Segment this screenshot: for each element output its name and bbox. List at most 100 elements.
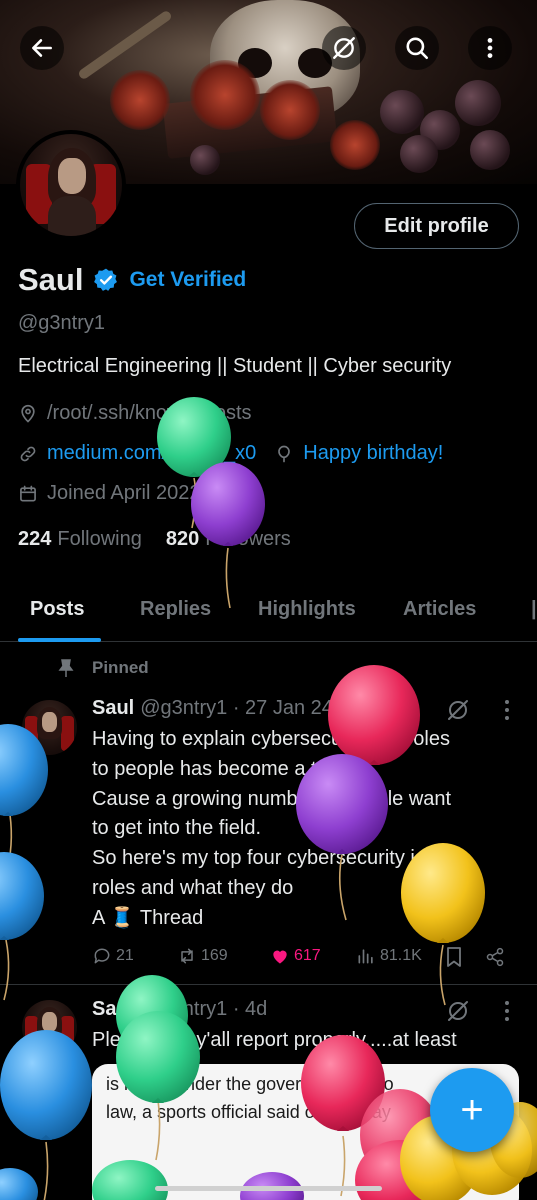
banner-grape xyxy=(400,135,438,173)
banner-antler xyxy=(77,9,173,81)
profile-links-row: medium.com/@saul_x0 Happy birthday! xyxy=(18,442,443,465)
link-icon xyxy=(20,446,36,461)
verified-badge-icon xyxy=(94,268,118,291)
view-count: 81.1K xyxy=(380,947,422,964)
banner-grape xyxy=(190,145,220,175)
balloon-blue xyxy=(0,1030,92,1200)
grok-icon[interactable] xyxy=(446,999,470,1023)
bookmark-icon[interactable] xyxy=(444,946,464,968)
tweet-meta: @g3ntry1 · 4d xyxy=(140,998,268,1020)
tweet-header: Saul @g3ntry1 · 27 Jan 24 xyxy=(92,697,333,720)
tab-replies[interactable]: Replies xyxy=(140,598,211,621)
tab-overflow[interactable]: | xyxy=(531,598,537,621)
reply-button[interactable]: 21 xyxy=(92,946,134,966)
views-icon xyxy=(358,949,373,964)
profile-tabs: Posts Replies Highlights Articles | xyxy=(0,588,537,642)
profile-avatar[interactable] xyxy=(16,130,126,240)
pinned-text: Pinned xyxy=(92,658,149,677)
arrow-left-icon xyxy=(32,39,52,57)
banner-grape xyxy=(470,130,510,170)
tweet-text[interactable]: Please can y'all report properly.....at … xyxy=(92,1026,457,1056)
get-verified-link[interactable]: Get Verified xyxy=(129,268,246,292)
profile-name: Saul xyxy=(18,262,84,297)
followers-count: 820 xyxy=(165,528,200,550)
retweet-icon xyxy=(181,948,193,964)
tweet-more-icon[interactable] xyxy=(504,698,510,722)
retweet-count: 169 xyxy=(201,947,228,964)
tweet-line: So here's my top four cybersecurity job xyxy=(92,847,438,870)
banner-flower xyxy=(190,60,260,130)
tab-highlights[interactable]: Highlights xyxy=(258,598,356,621)
compose-plus-icon: + xyxy=(460,1088,484,1132)
balloon-blue xyxy=(0,1168,38,1200)
profile-handle: @g3ntry1 xyxy=(18,312,106,334)
calendar-icon xyxy=(20,485,36,501)
search-button[interactable] xyxy=(395,26,439,70)
tweet-divider xyxy=(0,984,537,985)
like-button[interactable]: 617 xyxy=(270,946,321,966)
balloon-blue xyxy=(0,852,44,1001)
followers-link[interactable]: 820 Followers xyxy=(166,528,291,551)
profile-joined: Joined April 2022 xyxy=(18,482,200,505)
tweet-meta: @g3ntry1 · 27 Jan 24 xyxy=(140,697,333,719)
banner-flower xyxy=(330,120,380,170)
followers-label: Followers xyxy=(205,528,291,550)
joined-text: Joined April 2022 xyxy=(47,482,201,504)
balloon-icon xyxy=(278,445,291,462)
banner-grape xyxy=(380,90,424,134)
heart-filled-icon xyxy=(273,950,287,964)
tweet-avatar[interactable] xyxy=(22,700,77,755)
active-tab-indicator xyxy=(18,638,101,642)
tweet-line: to get into the field. xyxy=(92,817,262,840)
like-count: 617 xyxy=(294,947,321,964)
following-label: Following xyxy=(57,528,142,550)
media-line: is illegal under the government's mo xyxy=(106,1074,394,1094)
pinned-label: Pinned xyxy=(58,658,149,678)
share-icon[interactable] xyxy=(485,947,505,967)
media-line: law, a sports official said on Sunday xyxy=(106,1102,391,1122)
location-pin-icon xyxy=(21,404,35,423)
tweet-header: Saul @g3ntry1 · 4d xyxy=(92,998,267,1021)
more-vertical-icon xyxy=(487,38,493,58)
tab-posts[interactable]: Posts xyxy=(30,598,84,621)
following-count: 224 xyxy=(18,528,52,550)
search-icon xyxy=(406,37,429,60)
tweet-line: roles and what they do xyxy=(92,876,294,899)
edit-profile-button[interactable]: Edit profile xyxy=(354,203,519,249)
profile-location: /root/.ssh/known_hosts xyxy=(18,402,252,425)
home-indicator[interactable] xyxy=(155,1186,382,1191)
back-button[interactable] xyxy=(20,26,64,70)
tweet-line: A 🧵 Thread xyxy=(92,906,204,929)
tweet-author-name[interactable]: Saul xyxy=(92,998,134,1020)
compose-fab[interactable]: + xyxy=(430,1068,514,1152)
tweet-line: Please can y'all report properly.....at … xyxy=(92,1029,457,1051)
profile-name-row: Saul Get Verified xyxy=(18,262,246,298)
tweet-line: Cause a growing number of people want xyxy=(92,787,452,810)
tweet-actions: 21 169 617 81.1K xyxy=(92,944,512,974)
following-link[interactable]: 224 Following xyxy=(18,528,142,551)
reply-icon xyxy=(94,948,110,964)
tweet-line: to people has become a task xyxy=(92,757,348,780)
tab-articles[interactable]: Articles xyxy=(403,598,476,621)
profile-bio: Electrical Engineering || Student || Cyb… xyxy=(18,355,452,377)
website-link[interactable]: medium.com/@saul_x0 xyxy=(47,442,256,465)
birthday-link[interactable]: Happy birthday! xyxy=(303,442,443,465)
tweet-text[interactable]: Having to explain cybersecurity job role… xyxy=(92,725,451,934)
tweet-author-name[interactable]: Saul xyxy=(92,697,134,719)
grok-icon[interactable] xyxy=(446,698,470,722)
tweet-avatar[interactable] xyxy=(22,1000,77,1055)
reply-count: 21 xyxy=(116,947,134,964)
tweet-more-icon[interactable] xyxy=(504,999,510,1023)
location-text: /root/.ssh/known_hosts xyxy=(47,402,252,424)
tweet-line: Having to explain cybersecurity job role… xyxy=(92,728,450,750)
grok-icon xyxy=(333,37,355,59)
retweet-button[interactable]: 169 xyxy=(177,946,228,966)
more-options-button[interactable] xyxy=(468,26,512,70)
pin-icon xyxy=(58,659,74,677)
banner-flower xyxy=(260,80,320,140)
grok-button[interactable] xyxy=(322,26,366,70)
views-button[interactable]: 81.1K xyxy=(356,946,422,966)
follow-stats: 224 Following 820 Followers xyxy=(18,528,291,551)
media-text: is illegal under the government's mo law… xyxy=(106,1070,394,1126)
banner-grape xyxy=(455,80,501,126)
